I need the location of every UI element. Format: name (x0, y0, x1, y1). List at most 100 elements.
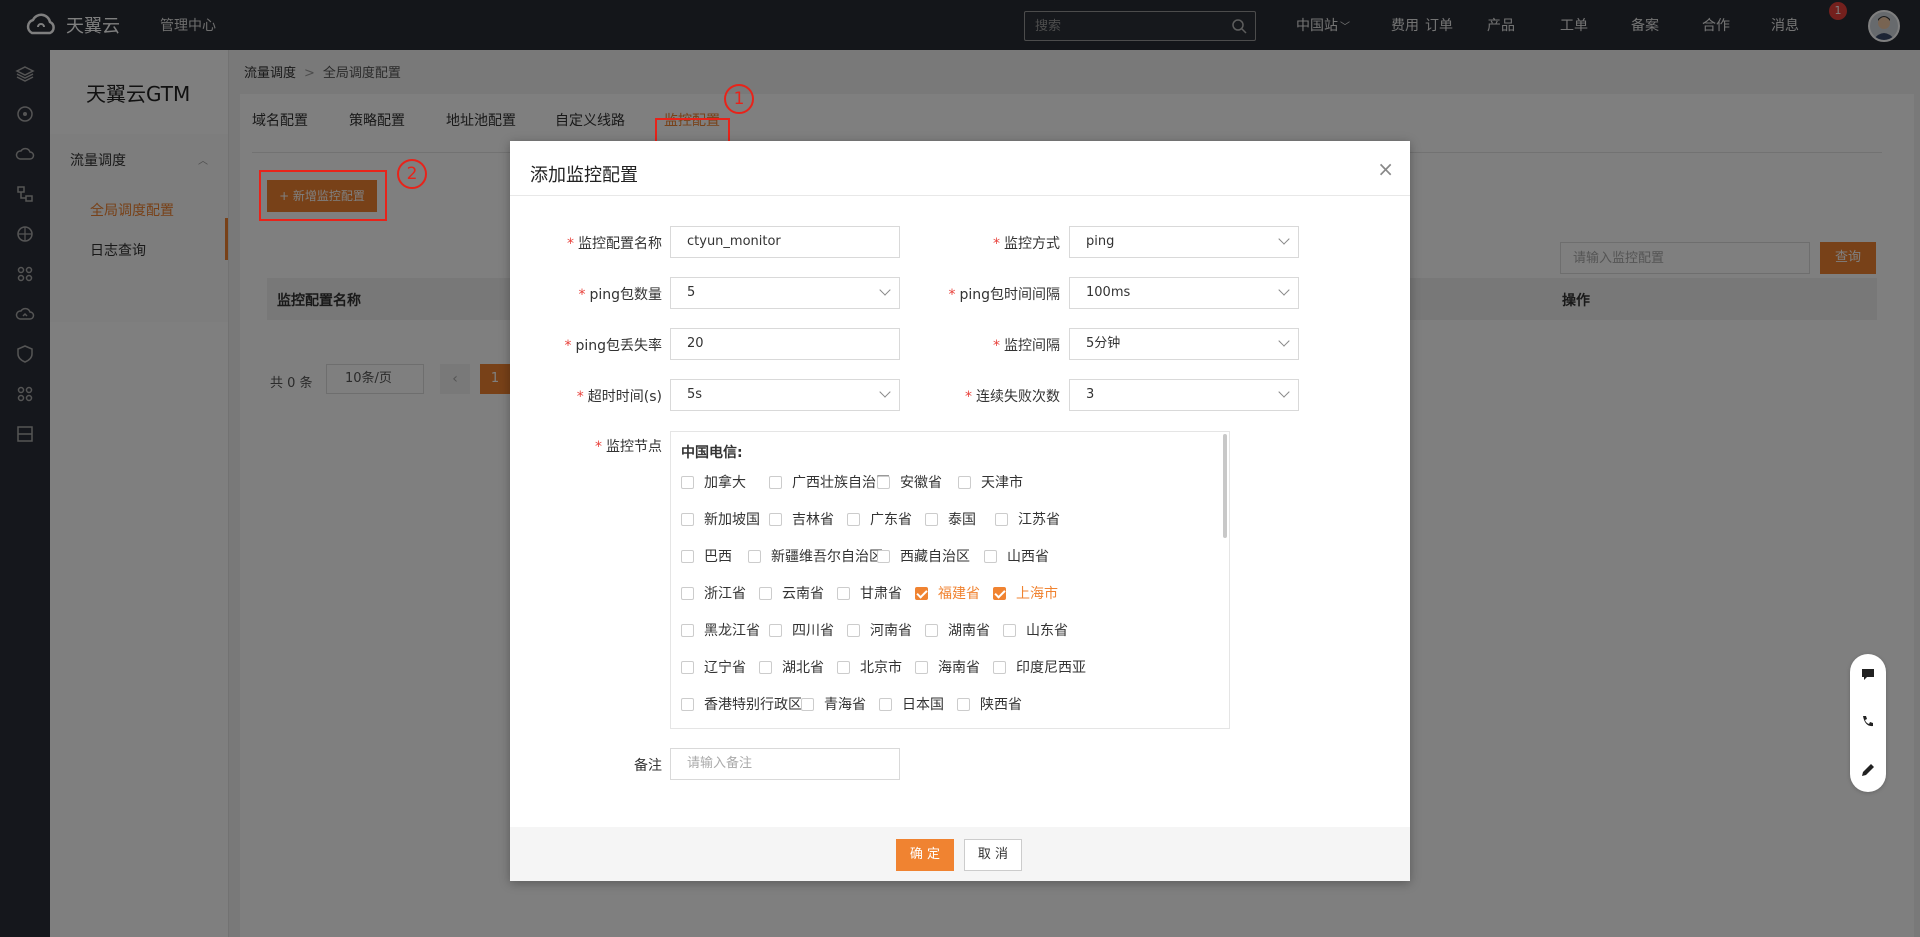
checkbox-icon[interactable] (984, 549, 997, 563)
loss-rate-field[interactable] (670, 328, 900, 360)
node-checkbox[interactable]: 广东省 (847, 509, 912, 529)
checkbox-icon[interactable] (681, 660, 694, 674)
node-checkbox[interactable]: 吉林省 (769, 509, 834, 529)
timeout-select[interactable]: 5s (670, 379, 900, 411)
phone-icon[interactable] (1860, 714, 1876, 730)
ping-interval-label: * ping包时间间隔 (948, 284, 1060, 304)
checkbox-icon[interactable] (748, 549, 761, 563)
node-checkbox[interactable]: 巴西 (681, 546, 732, 566)
checkbox-icon[interactable] (925, 512, 938, 526)
ping-count-select[interactable]: 5 (670, 277, 900, 309)
checkbox-icon[interactable] (681, 586, 694, 600)
node-checkbox[interactable]: 云南省 (759, 583, 824, 603)
node-checkbox[interactable]: 海南省 (915, 657, 980, 677)
node-checkbox[interactable]: 山东省 (1003, 620, 1068, 640)
method-value: ping (1086, 234, 1115, 249)
checkbox-icon[interactable] (1003, 623, 1016, 637)
checkbox-icon[interactable] (759, 660, 772, 674)
checkbox-icon[interactable] (759, 586, 772, 600)
node-checkbox[interactable]: 西藏自治区 (877, 546, 970, 566)
nodes-scrollbar[interactable] (1223, 434, 1227, 538)
checkbox-icon[interactable] (847, 512, 860, 526)
node-checkbox[interactable]: 新疆维吾尔自治区 (748, 546, 883, 566)
checkbox-icon[interactable] (957, 697, 970, 711)
required-mark: * (965, 389, 972, 405)
ping-interval-value: 100ms (1086, 285, 1131, 300)
checkbox-icon[interactable] (847, 623, 860, 637)
checkbox-icon[interactable] (681, 623, 694, 637)
checkbox-icon[interactable] (801, 697, 814, 711)
timeout-value: 5s (687, 387, 703, 402)
node-checkbox[interactable]: 日本国 (879, 694, 944, 714)
remark-field[interactable] (670, 748, 900, 780)
edit-icon[interactable] (1860, 762, 1876, 778)
checkbox-icon[interactable] (681, 549, 694, 563)
nodes-label-text: 监控节点 (606, 439, 662, 455)
node-checkbox[interactable]: 江苏省 (995, 509, 1060, 529)
remark-input[interactable] (687, 749, 887, 778)
required-mark: * (578, 287, 586, 303)
node-checkbox-label: 新疆维吾尔自治区 (771, 549, 883, 565)
ping-interval-select[interactable]: 100ms (1069, 277, 1299, 309)
monitor-interval-select[interactable]: 5分钟 (1069, 328, 1299, 360)
node-checkbox[interactable]: 陕西省 (957, 694, 1022, 714)
checkbox-icon[interactable] (681, 475, 694, 489)
node-checkbox[interactable]: 新加坡国 (681, 509, 760, 529)
node-checkbox[interactable]: 广西壮族自治区 (769, 472, 890, 492)
checkbox-icon[interactable] (995, 512, 1008, 526)
node-checkbox[interactable]: 泰国 (925, 509, 976, 529)
checkbox-icon[interactable] (769, 512, 782, 526)
timeout-label: * 超时时间(s) (577, 386, 662, 406)
checkbox-icon[interactable] (681, 512, 694, 526)
confirm-button[interactable]: 确 定 (896, 839, 954, 871)
node-checkbox[interactable]: 黑龙江省 (681, 620, 760, 640)
checkbox-icon[interactable] (993, 660, 1006, 674)
name-label: * 监控配置名称 (567, 233, 662, 253)
name-label-text: 监控配置名称 (578, 236, 662, 252)
loss-rate-input[interactable] (687, 329, 887, 358)
chat-icon[interactable] (1860, 666, 1876, 682)
name-input[interactable] (687, 227, 887, 256)
method-select[interactable]: ping (1069, 226, 1299, 258)
node-checkbox[interactable]: 浙江省 (681, 583, 746, 603)
checkbox-icon[interactable] (769, 475, 782, 489)
checkbox-checked-icon[interactable] (915, 586, 928, 600)
node-checkbox[interactable]: 印度尼西亚 (993, 657, 1086, 677)
node-checkbox[interactable]: 北京市 (837, 657, 902, 677)
node-checkbox[interactable]: 四川省 (769, 620, 834, 640)
monitor-nodes-list[interactable]: 中国电信: 加拿大 广西壮族自治区 安徽省 天津市新加坡国 吉林省 广东省 泰国 江苏省巴西 新… (670, 431, 1230, 729)
node-checkbox[interactable]: 湖南省 (925, 620, 990, 640)
checkbox-icon[interactable] (769, 623, 782, 637)
node-checkbox[interactable]: 福建省 (915, 583, 980, 603)
node-checkbox[interactable]: 河南省 (847, 620, 912, 640)
node-checkbox-label: 新加坡国 (704, 512, 760, 528)
node-checkbox[interactable]: 青海省 (801, 694, 866, 714)
node-checkbox[interactable]: 上海市 (993, 583, 1058, 603)
checkbox-icon[interactable] (837, 586, 850, 600)
checkbox-icon[interactable] (837, 660, 850, 674)
node-checkbox-label: 福建省 (938, 586, 980, 602)
fail-count-select[interactable]: 3 (1069, 379, 1299, 411)
checkbox-icon[interactable] (879, 697, 892, 711)
checkbox-icon[interactable] (925, 623, 938, 637)
node-checkbox[interactable]: 安徽省 (877, 472, 942, 492)
checkbox-icon[interactable] (915, 660, 928, 674)
method-label: * 监控方式 (993, 233, 1060, 253)
close-icon[interactable]: × (1377, 157, 1394, 181)
checkbox-icon[interactable] (877, 475, 890, 489)
name-field[interactable] (670, 226, 900, 258)
checkbox-icon[interactable] (681, 697, 694, 711)
node-checkbox[interactable]: 湖北省 (759, 657, 824, 677)
node-checkbox-label: 陕西省 (980, 697, 1022, 713)
node-checkbox[interactable]: 加拿大 (681, 472, 746, 492)
node-checkbox[interactable]: 天津市 (958, 472, 1023, 492)
node-checkbox[interactable]: 山西省 (984, 546, 1049, 566)
node-checkbox[interactable]: 辽宁省 (681, 657, 746, 677)
node-checkbox[interactable]: 香港特别行政区 (681, 694, 802, 714)
checkbox-icon[interactable] (958, 475, 971, 489)
cancel-button[interactable]: 取 消 (964, 839, 1022, 871)
node-checkbox[interactable]: 甘肃省 (837, 583, 902, 603)
node-group-label: 中国电信: (681, 445, 743, 461)
checkbox-checked-icon[interactable] (993, 586, 1006, 600)
checkbox-icon[interactable] (877, 549, 890, 563)
